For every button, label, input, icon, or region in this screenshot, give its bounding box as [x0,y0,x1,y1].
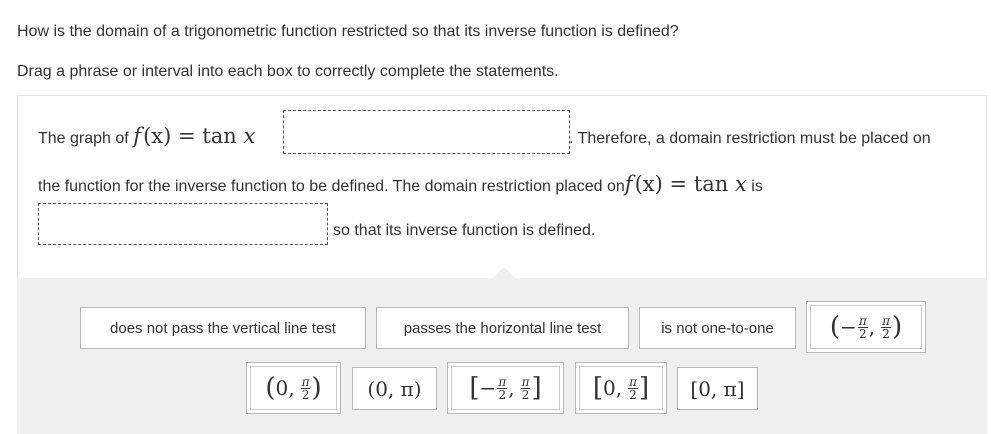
instruction-text: Drag a phrase or interval into each box … [17,63,559,80]
tile-passes-horizontal-line-test[interactable]: passes the horizontal line test [376,307,629,349]
function-expression: f (x) = tan x [133,124,256,148]
tile-interval-closed-0-pi-over-2[interactable]: [0, π 2] [575,362,667,414]
tile-does-not-pass-vertical-line-test[interactable]: does not pass the vertical line test [80,307,366,349]
function-expression-2: f (x) = tan x [624,172,747,196]
statement-line-3-suffix: so that its inverse function is defined. [333,222,596,239]
statement-line-2-suffix: is [751,178,763,195]
statement-line-1-prefix: The graph of [38,130,129,147]
tile-interval-open-neg-pi-over-2-pi-over-2[interactable]: (− π 2, π 2) [806,301,926,353]
statement-line-2: the function for the inverse function to… [38,174,763,197]
tile-interval-open-0-pi[interactable]: (0, π) [352,367,437,410]
tile-interval-closed-neg-pi-over-2-pi-over-2[interactable]: [− π 2, π 2] [447,362,564,414]
tray-pointer [493,267,515,278]
tile-interval-open-0-pi-over-2[interactable]: (0, π 2) [246,362,341,414]
statement-line-2-text: the function for the inverse function to… [38,178,625,195]
tile-interval-closed-0-pi[interactable]: [0, π] [677,367,758,410]
drop-box-1[interactable] [283,110,570,154]
statement-line-1-suffix: . Therefore, a domain restriction must b… [569,130,931,147]
drop-box-2[interactable] [38,203,328,245]
question-text: How is the domain of a trigonometric fun… [17,23,679,40]
statement-line-1: The graph of f (x) = tan x [38,126,255,149]
tile-is-not-one-to-one[interactable]: is not one-to-one [639,307,796,349]
